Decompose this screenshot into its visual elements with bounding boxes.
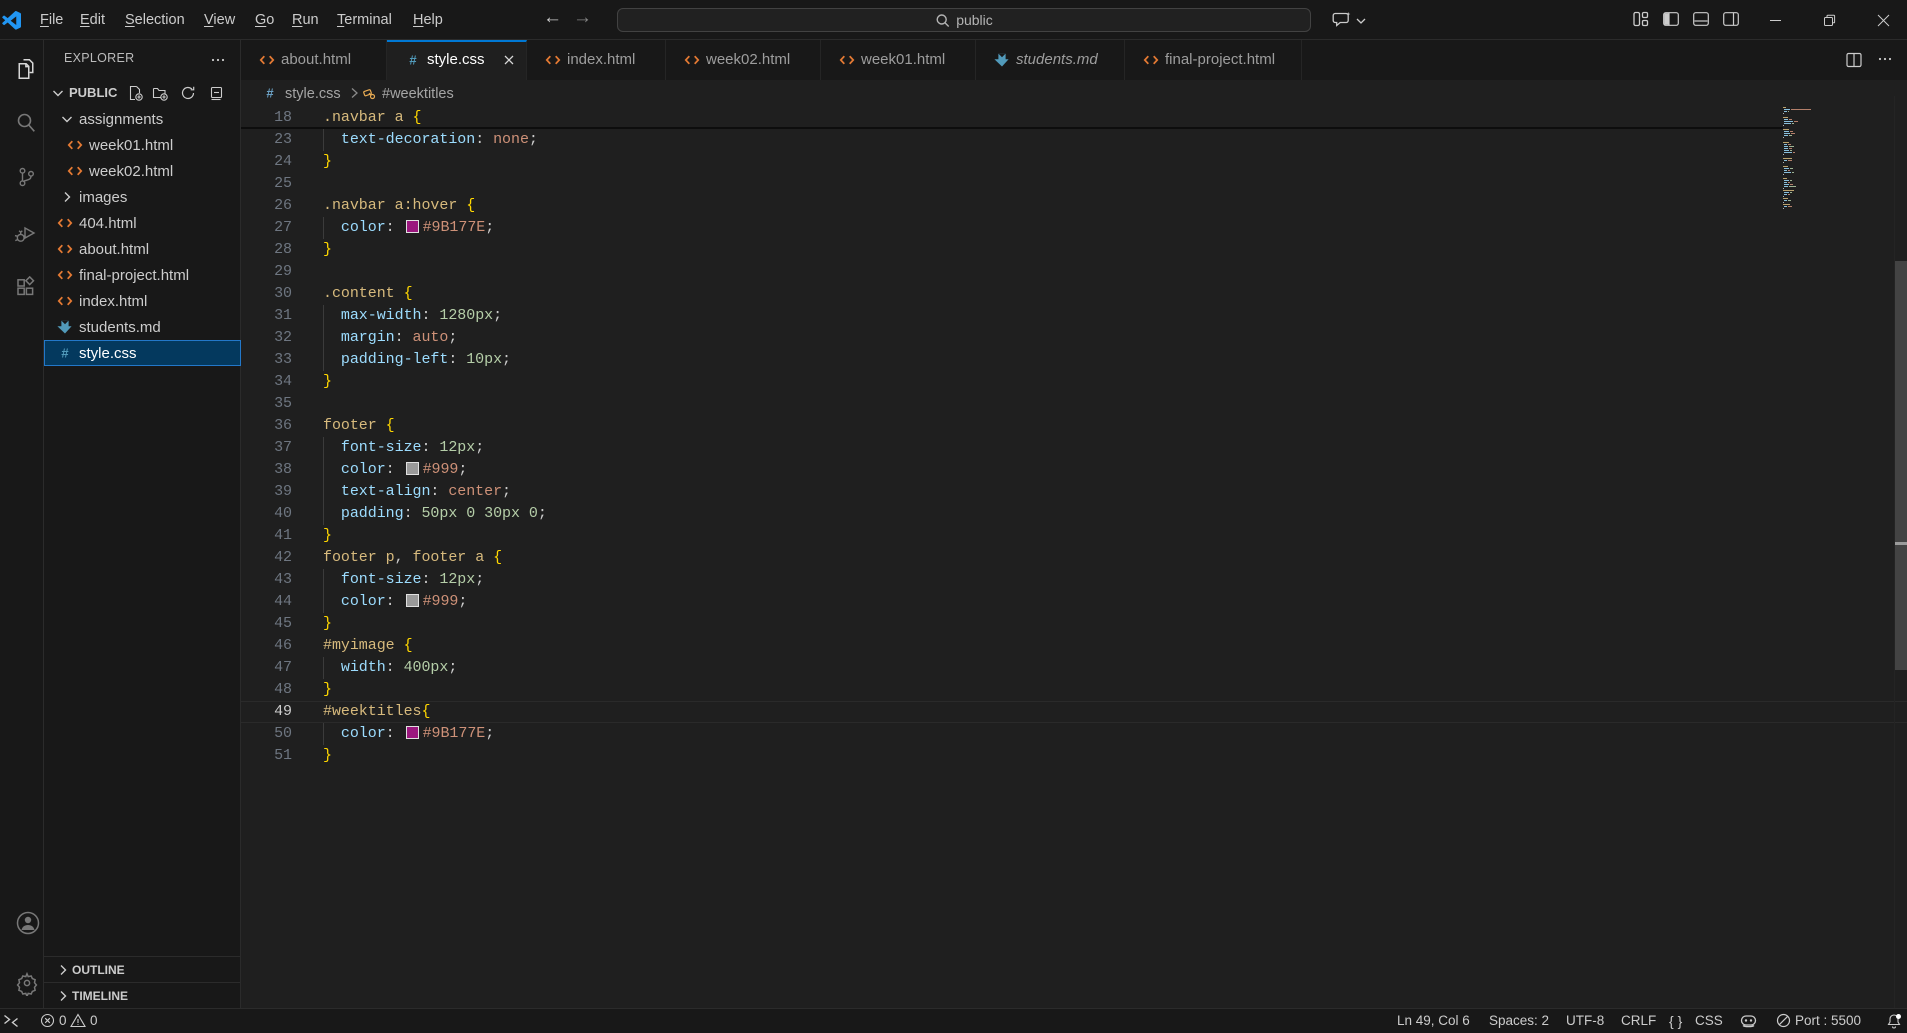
svg-text:#: # xyxy=(409,53,417,68)
svg-text:#: # xyxy=(266,86,274,101)
svg-text:#: # xyxy=(61,346,69,361)
